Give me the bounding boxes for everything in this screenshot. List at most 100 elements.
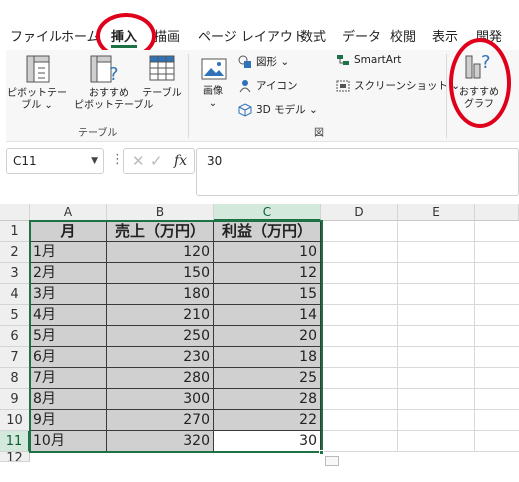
- menu-page-layout[interactable]: ページ レイアウト: [198, 26, 306, 45]
- column-header-c[interactable]: C: [214, 204, 321, 221]
- fill-handle[interactable]: [319, 450, 324, 455]
- row-header-6[interactable]: 6: [0, 326, 30, 347]
- cell-a5[interactable]: 4月: [30, 305, 107, 326]
- cell-c10[interactable]: 22: [214, 410, 321, 431]
- menu-draw[interactable]: 描画: [154, 26, 180, 45]
- pivot-table-icon: [26, 55, 50, 83]
- cell-a2[interactable]: 1月: [30, 242, 107, 263]
- smartart-button[interactable]: SmartArt: [336, 54, 401, 66]
- row-header-5[interactable]: 5: [0, 305, 30, 326]
- row-header-1[interactable]: 1: [0, 221, 30, 242]
- cell-b2[interactable]: 120: [107, 242, 214, 263]
- icons-label: アイコン: [256, 80, 298, 92]
- row-header-11[interactable]: 11: [0, 431, 30, 452]
- cell-c4[interactable]: 15: [214, 284, 321, 305]
- enter-icon[interactable]: ✓: [150, 152, 163, 170]
- 3d-model-icon: [238, 102, 252, 117]
- screenshot-label: スクリーンショット ⌄: [354, 80, 461, 92]
- formula-buttons: ✕ ✓ fx: [123, 148, 195, 174]
- menu-review[interactable]: 校閲: [390, 26, 416, 45]
- cell-a8[interactable]: 7月: [30, 368, 107, 389]
- images-label: 画像: [203, 86, 223, 97]
- cell-b9[interactable]: 300: [107, 389, 214, 410]
- cancel-icon[interactable]: ✕: [132, 152, 145, 170]
- column-header-a[interactable]: A: [30, 204, 107, 221]
- menu-data[interactable]: データ: [342, 26, 381, 45]
- cell-b1[interactable]: 売上（万円）: [107, 221, 214, 242]
- formula-input[interactable]: 30: [196, 148, 519, 196]
- icons-icon: [239, 79, 251, 92]
- cell-a6[interactable]: 5月: [30, 326, 107, 347]
- shapes-button[interactable]: 図形 ⌄: [238, 54, 289, 69]
- shapes-icon: [238, 55, 251, 68]
- 3d-models-label: 3D モデル ⌄: [256, 104, 318, 116]
- cell-c6[interactable]: 20: [214, 326, 321, 347]
- group-separator: [446, 54, 447, 138]
- illustrations-group-label: 図: [314, 128, 324, 139]
- tables-group-label: テーブル: [78, 128, 118, 139]
- cell-a4[interactable]: 3月: [30, 284, 107, 305]
- recommended-pivot-button[interactable]: ?: [88, 54, 120, 88]
- row-header-9[interactable]: 9: [0, 389, 30, 410]
- quick-analysis-icon[interactable]: [325, 456, 339, 466]
- column-header-b[interactable]: B: [107, 204, 214, 221]
- row-header-3[interactable]: 3: [0, 263, 30, 284]
- cell-b10[interactable]: 270: [107, 410, 214, 431]
- smartart-icon: [337, 55, 349, 65]
- column-header-f[interactable]: [475, 204, 519, 221]
- row-header-2[interactable]: 2: [0, 242, 30, 263]
- cell-c2[interactable]: 10: [214, 242, 321, 263]
- cell-c5[interactable]: 14: [214, 305, 321, 326]
- cell-a1[interactable]: 月: [30, 221, 107, 242]
- cell-a7[interactable]: 6月: [30, 347, 107, 368]
- formula-value: 30: [207, 154, 223, 168]
- row-header-12[interactable]: 12: [0, 452, 30, 462]
- cell-b8[interactable]: 280: [107, 368, 214, 389]
- menu-view[interactable]: 表示: [432, 26, 458, 45]
- select-all-corner[interactable]: [0, 204, 30, 221]
- cell-a9[interactable]: 8月: [30, 389, 107, 410]
- cell-b6[interactable]: 250: [107, 326, 214, 347]
- cell-b3[interactable]: 150: [107, 263, 214, 284]
- cell-c11-active[interactable]: 30: [214, 431, 321, 452]
- cell-b5[interactable]: 210: [107, 305, 214, 326]
- highlight-ellipse-recommended-charts: [449, 38, 511, 128]
- column-header-e[interactable]: E: [398, 204, 475, 221]
- icons-button[interactable]: アイコン: [238, 78, 297, 93]
- cell-c3[interactable]: 12: [214, 263, 321, 284]
- cell-a3[interactable]: 2月: [30, 263, 107, 284]
- pivot-table-button[interactable]: [24, 54, 52, 88]
- cell-b11[interactable]: 320: [107, 431, 214, 452]
- row-header-4[interactable]: 4: [0, 284, 30, 305]
- menu-formulas[interactable]: 数式: [300, 26, 326, 45]
- pivot-table-label-2: ブル ⌄: [21, 100, 53, 111]
- image-icon: [201, 58, 227, 80]
- empty-cells[interactable]: [321, 221, 519, 452]
- name-box-value: C11: [13, 154, 37, 168]
- cell-c1[interactable]: 利益（万円）: [214, 221, 321, 242]
- group-separator: [188, 54, 189, 138]
- 3d-models-button[interactable]: 3D モデル ⌄: [238, 102, 318, 117]
- menu-file[interactable]: ファイル: [10, 26, 62, 45]
- cell-b4[interactable]: 180: [107, 284, 214, 305]
- screenshot-button[interactable]: スクリーンショット ⌄: [336, 78, 460, 93]
- row-header-10[interactable]: 10: [0, 410, 30, 431]
- menu-home[interactable]: ホーム: [61, 26, 100, 45]
- svg-text:?: ?: [109, 64, 119, 84]
- insert-function-icon[interactable]: fx: [174, 153, 187, 169]
- cell-c9[interactable]: 28: [214, 389, 321, 410]
- cell-a10[interactable]: 9月: [30, 410, 107, 431]
- cell-a11[interactable]: 10月: [30, 431, 107, 452]
- row-header-8[interactable]: 8: [0, 368, 30, 389]
- name-box[interactable]: C11 ▼: [6, 148, 104, 174]
- table-icon: [149, 55, 175, 81]
- ribbon: ピボットテー ブル ⌄ ? おすすめ ピボットテーブル テーブル テーブル 画像…: [6, 50, 519, 142]
- row-header-7[interactable]: 7: [0, 347, 30, 368]
- images-button[interactable]: [201, 58, 227, 84]
- column-header-d[interactable]: D: [321, 204, 398, 221]
- table-button[interactable]: [148, 54, 176, 88]
- chevron-down-icon[interactable]: ▼: [91, 156, 98, 166]
- cell-c7[interactable]: 18: [214, 347, 321, 368]
- cell-c8[interactable]: 25: [214, 368, 321, 389]
- cell-b7[interactable]: 230: [107, 347, 214, 368]
